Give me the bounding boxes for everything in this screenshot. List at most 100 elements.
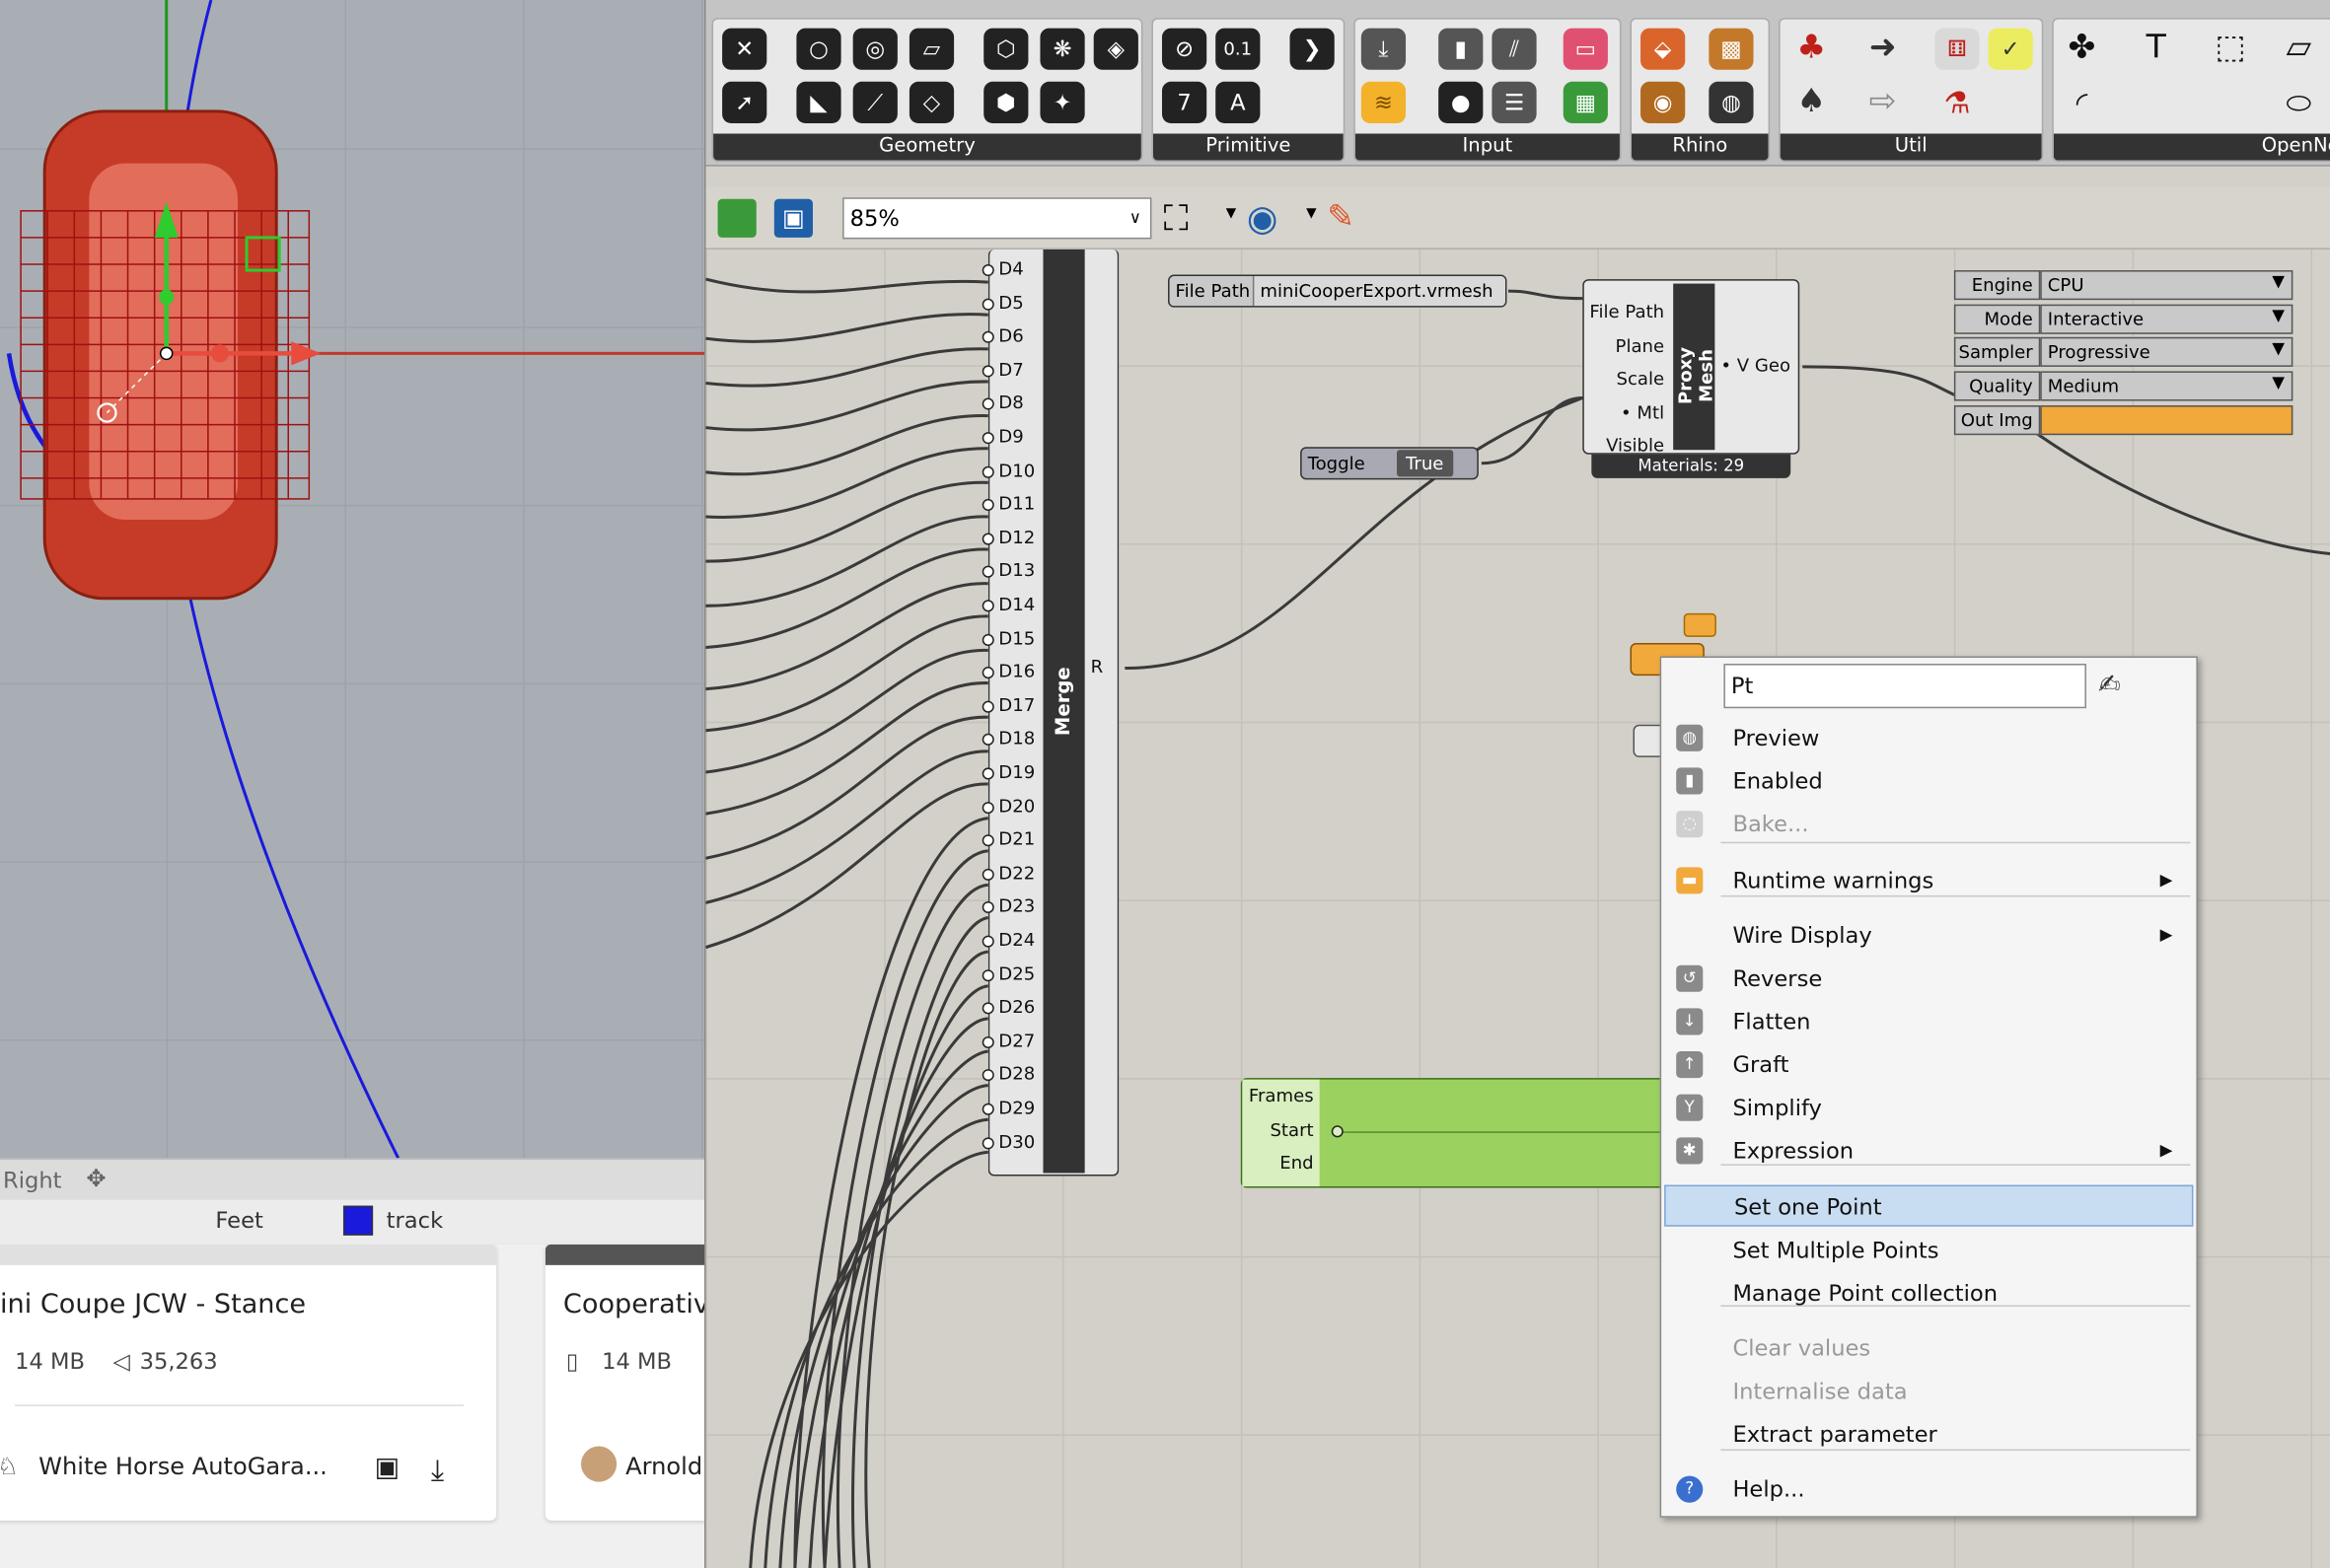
proxy-mesh-input[interactable]: Scale: [1587, 363, 1664, 396]
merge-input-d22[interactable]: D22: [998, 862, 1035, 883]
menu-item-set-one-point[interactable]: Set one Point: [1664, 1184, 2194, 1227]
plane-icon[interactable]: ▱: [2277, 29, 2321, 70]
menu-item-set-multiple-points[interactable]: Set Multiple Points: [1664, 1230, 2193, 1271]
merge-input-d8[interactable]: D8: [998, 392, 1023, 413]
menu-item-internalise-data[interactable]: Internalise data: [1664, 1371, 2193, 1412]
input-grip[interactable]: [982, 734, 994, 747]
merge-input-d12[interactable]: D12: [998, 527, 1035, 547]
viewport-name[interactable]: Right: [3, 1167, 62, 1193]
merge-input-d14[interactable]: D14: [998, 594, 1035, 614]
merge-input-d20[interactable]: D20: [998, 795, 1035, 816]
save-icon[interactable]: ▣: [773, 198, 813, 238]
input-grip[interactable]: [982, 633, 994, 646]
menu-item-bake[interactable]: ◌ Bake...: [1664, 804, 2193, 845]
render-setting-value[interactable]: Medium: [2040, 371, 2294, 401]
chevron-down-icon[interactable]: ▼: [2272, 306, 2285, 325]
menu-item-simplify[interactable]: Y Simplify: [1664, 1087, 2193, 1128]
merge-input-d23[interactable]: D23: [998, 896, 1035, 917]
input-grip[interactable]: [982, 767, 994, 780]
sphere-mesh-icon[interactable]: ◍: [1709, 81, 1754, 123]
generic-icon[interactable]: ❯: [1289, 28, 1335, 70]
render-setting-value[interactable]: Interactive: [2040, 304, 2294, 334]
model-card[interactable]: Cooperativ ▯ 14 MB Arnold: [545, 1244, 705, 1521]
input-grip[interactable]: [982, 365, 994, 378]
value-list-icon[interactable]: ☰: [1492, 81, 1537, 123]
merge-input-d6[interactable]: D6: [998, 325, 1023, 346]
input-grip[interactable]: [982, 1035, 994, 1048]
merge-component[interactable]: Merge R D4 D5 D6 D7 D8 D9 D10 D11 D12 D13 D14 D15 D1…: [982, 249, 1120, 1176]
input-grip[interactable]: [982, 1069, 994, 1082]
render-setting-row[interactable]: Mode Interactive ▼: [1953, 304, 2295, 334]
tree-icon[interactable]: ♠: [1789, 82, 1834, 123]
input-grip[interactable]: [982, 499, 994, 512]
input-grip[interactable]: [982, 1002, 994, 1015]
field-icon[interactable]: ✦: [1040, 81, 1085, 123]
dice-icon[interactable]: ⚅: [1934, 28, 1980, 70]
input-grip[interactable]: [982, 968, 994, 981]
input-grip[interactable]: [982, 667, 994, 679]
merge-input-d10[interactable]: D10: [998, 460, 1035, 480]
preview-eye-icon[interactable]: ◉: [1247, 196, 1278, 241]
flask-icon[interactable]: ⚗: [1934, 82, 1979, 123]
offset-icon[interactable]: ◜: [2060, 82, 2104, 123]
nest-icon[interactable]: ✤: [2060, 29, 2104, 70]
integer-icon[interactable]: 7: [1161, 81, 1207, 123]
check-icon[interactable]: ✓: [1988, 28, 2033, 70]
input-grip[interactable]: [982, 1136, 994, 1149]
menu-item-wire-display[interactable]: Wire Display ▶: [1664, 914, 2193, 956]
menu-item-manage-point-collection[interactable]: Manage Point collection: [1664, 1272, 2193, 1314]
arc-icon[interactable]: ◎: [852, 28, 898, 70]
input-grip[interactable]: [982, 533, 994, 545]
timeline-input[interactable]: Frames: [1242, 1080, 1314, 1113]
merge-input-d15[interactable]: D15: [998, 627, 1035, 648]
menu-item-graft[interactable]: ↑ Graft: [1664, 1043, 2193, 1085]
surface-icon[interactable]: ▱: [909, 28, 955, 70]
proxy-mesh-input[interactable]: Plane: [1587, 329, 1665, 363]
import-icon[interactable]: ⤓: [1360, 28, 1407, 70]
card-title[interactable]: ini Coupe JCW - Stance: [0, 1289, 306, 1320]
waffle-icon[interactable]: ▩: [1709, 28, 1754, 70]
input-grip[interactable]: [982, 465, 994, 478]
render-setting-value[interactable]: CPU: [2040, 270, 2294, 301]
merge-input-d25[interactable]: D25: [998, 963, 1035, 984]
polyline-icon[interactable]: ⟋: [852, 81, 898, 123]
add-viewport-icon[interactable]: ✥: [86, 1164, 106, 1192]
toggle-param[interactable]: Toggle True: [1300, 447, 1479, 480]
merge-input-d30[interactable]: D30: [998, 1131, 1035, 1152]
merge-input-d24[interactable]: D24: [998, 930, 1035, 951]
open-file-icon[interactable]: [717, 198, 757, 238]
menu-item-preview[interactable]: ◍ Preview: [1664, 717, 2193, 758]
menu-item-reverse[interactable]: ↺ Reverse: [1664, 958, 2193, 999]
timeline-handle[interactable]: [1331, 1125, 1344, 1138]
ribbon-group-label[interactable]: Primitive: [1152, 133, 1344, 161]
rename-icon[interactable]: ✍: [2098, 670, 2121, 701]
merge-input-d21[interactable]: D21: [998, 828, 1035, 849]
input-grip[interactable]: [982, 398, 994, 411]
text-tool-icon[interactable]: T: [2134, 29, 2178, 70]
input-grip[interactable]: [982, 935, 994, 948]
rhino-object-icon[interactable]: ⬙: [1640, 28, 1686, 70]
rhino-viewport[interactable]: [0, 0, 705, 1159]
card-author[interactable]: Arnold: [625, 1453, 702, 1481]
input-grip[interactable]: [982, 566, 994, 579]
sketch-icon[interactable]: ✎: [1327, 196, 1354, 241]
boolean-icon[interactable]: ⊘: [1161, 28, 1207, 70]
number-icon[interactable]: 0.1: [1215, 28, 1261, 70]
file-path-param[interactable]: File Path miniCooperExport.vrmesh: [1168, 274, 1507, 308]
merge-input-d16[interactable]: D16: [998, 661, 1035, 681]
brep-icon[interactable]: ◈: [1093, 28, 1138, 70]
ar-icon[interactable]: ▣: [375, 1453, 400, 1484]
merge-input-d28[interactable]: D28: [998, 1064, 1035, 1085]
shapes-icon[interactable]: ⬭: [2277, 82, 2321, 123]
menu-item-help[interactable]: ? Help...: [1664, 1468, 2193, 1510]
slider-icon[interactable]: ⫽: [1492, 28, 1537, 70]
menu-item-extract-parameter[interactable]: Extract parameter: [1664, 1413, 2193, 1455]
layer-name[interactable]: track: [387, 1207, 444, 1234]
menu-item-clear-values[interactable]: Clear values: [1664, 1327, 2193, 1369]
ribbon-group-label[interactable]: Geometry: [713, 133, 1141, 161]
input-grip[interactable]: [982, 868, 994, 881]
merge-input-d29[interactable]: D29: [998, 1098, 1035, 1118]
render-setting-row[interactable]: Quality Medium ▼: [1953, 371, 2295, 401]
input-grip[interactable]: [982, 600, 994, 612]
toggle-value[interactable]: True: [1396, 450, 1453, 477]
